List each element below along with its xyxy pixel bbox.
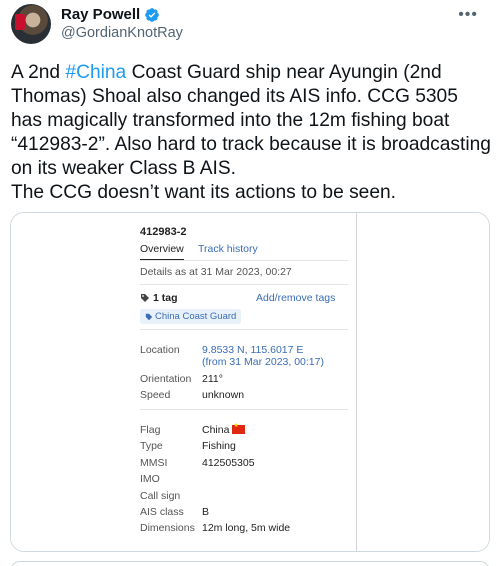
tag-count-label: 1 tag — [153, 292, 178, 304]
tweet-text-part: A 2nd — [11, 62, 66, 83]
next-tweet-card-edge — [10, 561, 490, 566]
ais-vessel-panel: 412983-2 Overview Track history Details … — [125, 213, 357, 551]
detail-label: MMSI — [140, 457, 168, 469]
location-label: Location — [140, 344, 180, 356]
tab-track-history[interactable]: Track history — [198, 243, 258, 255]
detail-label: Type — [140, 440, 163, 452]
orientation-value: 211° — [202, 373, 223, 385]
detail-label: IMO — [140, 473, 160, 485]
detail-label: Call sign — [140, 490, 181, 502]
tweet-media-card[interactable]: 412983-2 Overview Track history Details … — [10, 212, 490, 552]
more-horizontal-icon[interactable]: ••• — [458, 7, 478, 23]
tag-chip-label: China Coast Guard — [155, 311, 237, 322]
author-name-row: Ray Powell — [61, 6, 160, 23]
detail-value: B — [202, 506, 210, 518]
avatar-flag — [15, 14, 25, 30]
china-flag-icon — [232, 422, 246, 434]
speed-label: Speed — [140, 389, 171, 401]
divider — [140, 284, 348, 285]
flag-value: China — [202, 424, 230, 436]
tab-overview[interactable]: Overview — [140, 243, 184, 261]
vessel-id: 412983-2 — [140, 226, 187, 238]
verified-badge-icon — [145, 7, 160, 22]
divider — [140, 329, 348, 330]
speed-value: unknown — [202, 389, 245, 401]
add-remove-tags-link[interactable]: Add/remove tags — [256, 292, 335, 304]
tab-divider — [140, 260, 348, 261]
detail-label: Flag — [140, 424, 161, 436]
tweet-text: A 2nd #China Coast Guard ship near Ayung… — [11, 61, 491, 205]
author-handle[interactable]: @GordianKnotRay — [61, 25, 183, 41]
media-right-blank — [357, 213, 489, 551]
location-time[interactable]: (from 31 Mar 2023, 00:17) — [202, 356, 324, 368]
author-display-name[interactable]: Ray Powell — [61, 6, 140, 23]
tag-count: 1 tag — [140, 292, 178, 304]
tweet-avatar[interactable] — [11, 4, 51, 44]
orientation-label: Orientation — [140, 373, 192, 385]
detail-value: 412505305 — [202, 457, 255, 469]
media-left-blank — [11, 213, 125, 551]
detail-value: Fishing — [202, 440, 236, 452]
detail-value: China — [202, 422, 246, 436]
detail-label: AIS class — [140, 506, 184, 518]
tag-icon — [145, 313, 153, 320]
divider — [140, 409, 348, 410]
tweet-text-part: The CCG doesn’t want its actions to be s… — [11, 182, 397, 203]
hashtag-link[interactable]: #China — [65, 62, 126, 83]
details-timestamp: Details as at 31 Mar 2023, 00:27 — [140, 266, 292, 278]
tag-icon — [141, 294, 149, 302]
detail-value: 12m long, 5m wide — [202, 522, 291, 534]
location-value[interactable]: 9.8533 N, 115.6017 E — [202, 344, 303, 356]
detail-label: Dimensions — [140, 522, 195, 534]
tag-chip[interactable]: China Coast Guard — [140, 309, 242, 324]
